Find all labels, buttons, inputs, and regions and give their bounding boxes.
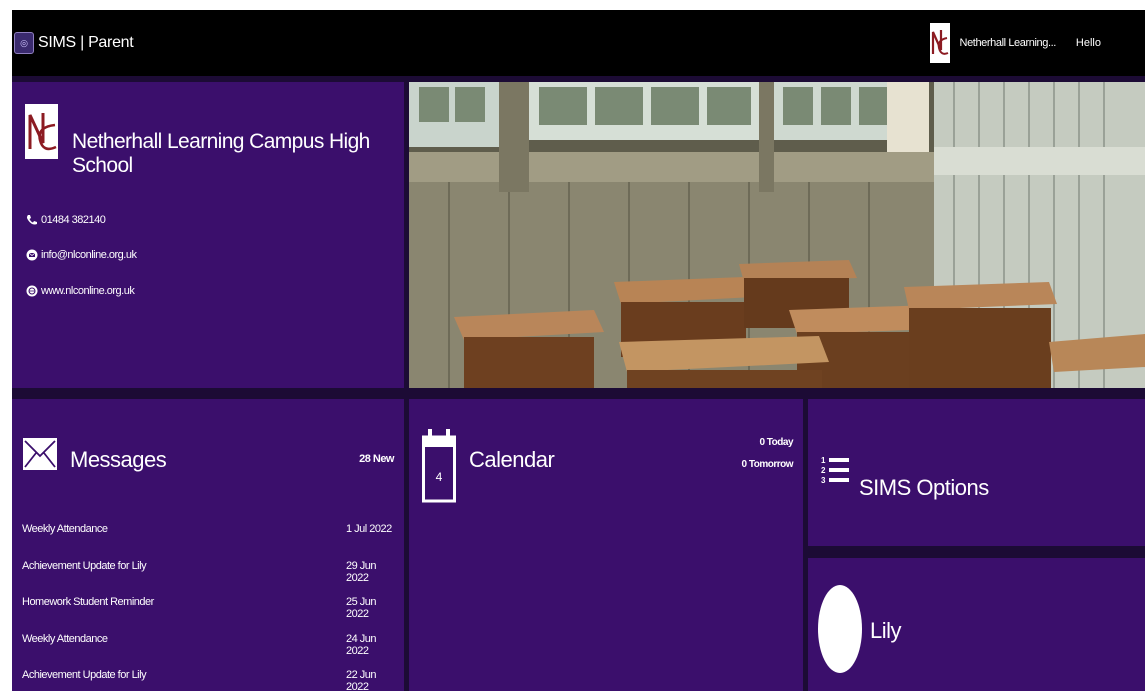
- school-info-tile[interactable]: Netherhall Learning Campus High School 0…: [12, 82, 404, 388]
- sims-options-tile[interactable]: 1 2 3 SIMS Options: [808, 399, 1145, 546]
- school-crest-icon: [25, 104, 58, 159]
- phone-line[interactable]: 01484 382140: [26, 214, 106, 226]
- calendar-tile[interactable]: 4 Calendar 0 Today 0 Tomorrow: [409, 399, 803, 691]
- sims-options-title: SIMS Options: [859, 475, 989, 500]
- website-line[interactable]: www.nlconline.org.uk: [26, 285, 135, 297]
- school-banner-image: [409, 82, 1145, 388]
- message-subject: Weekly Attendance: [22, 632, 108, 645]
- today-count: 0 Today: [759, 437, 793, 448]
- app-brand[interactable]: ◎ SIMS | Parent: [14, 32, 134, 54]
- message-date: 24 Jun 2022: [346, 632, 377, 657]
- new-messages-badge: 28 New: [359, 453, 394, 465]
- sims-logo-icon: ◎: [14, 32, 34, 54]
- school-switcher[interactable]: Netherhall Learning...: [960, 37, 1057, 49]
- email-line[interactable]: info@nlconline.org.uk: [26, 249, 137, 261]
- calendar-icon-day: 4: [436, 470, 443, 484]
- avatar: [818, 585, 862, 673]
- tomorrow-count: 0 Tomorrow: [741, 459, 794, 470]
- svg-text:2: 2: [821, 466, 826, 475]
- numbered-list-icon: 1 2 3: [821, 455, 851, 485]
- message-date: 25 Jun 2022: [346, 596, 377, 620]
- svg-text:1: 1: [821, 456, 826, 465]
- envelope-icon: [23, 438, 57, 470]
- sims-parent-app: ◎ SIMS | Parent Netherhall Learning... H…: [12, 10, 1145, 691]
- envelope-icon: [26, 249, 38, 261]
- calendar-title: Calendar: [469, 447, 555, 472]
- message-date: 22 Jun 2022: [346, 669, 377, 691]
- email-address: info@nlconline.org.uk: [41, 249, 137, 261]
- message-subject: Weekly Attendance: [22, 523, 108, 535]
- child-tile[interactable]: Lily: [808, 558, 1145, 691]
- message-row[interactable]: Homework Student Reminder 25 Jun 2022: [22, 596, 392, 633]
- calendar-icon: 4: [422, 427, 456, 503]
- app-title: SIMS | Parent: [38, 34, 134, 51]
- messages-list: Weekly Attendance 1 Jul 2022 Achievement…: [22, 523, 392, 691]
- message-date: 29 Jun 2022: [346, 559, 377, 584]
- message-date: 1 Jul 2022: [346, 523, 392, 535]
- messages-title: Messages: [70, 447, 167, 472]
- user-menu[interactable]: Hello: [1076, 37, 1101, 49]
- school-crest-icon: [929, 23, 950, 63]
- globe-icon: [26, 285, 38, 297]
- phone-number: 01484 382140: [41, 214, 106, 226]
- message-subject: Homework Student Reminder: [22, 596, 154, 608]
- child-name: Lily: [870, 618, 902, 643]
- message-row[interactable]: Achievement Update for Lily 29 Jun 2022: [22, 560, 392, 597]
- message-row[interactable]: Weekly Attendance 24 Jun 2022: [22, 633, 392, 670]
- top-bar: ◎ SIMS | Parent Netherhall Learning... H…: [12, 10, 1145, 76]
- messages-tile[interactable]: Messages 28 New Weekly Attendance 1 Jul …: [12, 399, 404, 691]
- message-subject: Achievement Update for Lily: [22, 669, 147, 681]
- message-row[interactable]: Achievement Update for Lily 22 Jun 2022: [22, 669, 392, 691]
- message-row[interactable]: Weekly Attendance 1 Jul 2022: [22, 523, 392, 560]
- website-url: www.nlconline.org.uk: [41, 285, 135, 297]
- phone-icon: [26, 214, 38, 226]
- svg-text:3: 3: [821, 476, 826, 485]
- message-subject: Achievement Update for Lily: [22, 559, 147, 572]
- school-name: Netherhall Learning Campus High School: [72, 130, 370, 177]
